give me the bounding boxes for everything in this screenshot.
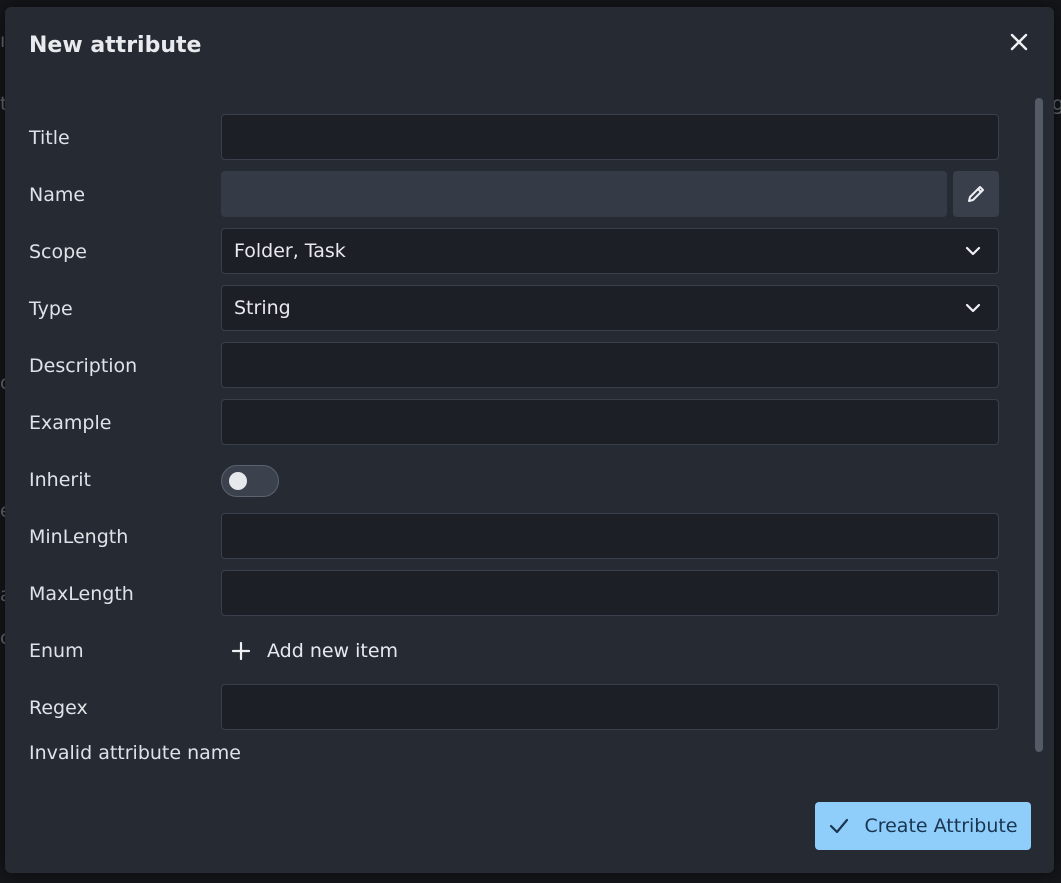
dialog-title: New attribute [29,33,202,58]
example-field[interactable] [221,399,999,445]
scope-row: Scope Folder, Task [29,228,1001,276]
title-label: Title [29,127,70,149]
inherit-row: Inherit [29,456,1001,504]
toggle-knob [229,472,247,490]
max-length-label: MaxLength [29,583,134,605]
description-field[interactable] [221,342,999,388]
add-new-item-button[interactable]: Add new item [231,627,398,675]
check-icon [830,818,849,834]
max-length-input[interactable] [222,571,998,615]
chevron-down-icon [965,303,981,313]
scope-select[interactable]: Folder, Task [221,228,999,274]
type-value: String [234,297,291,319]
min-length-row: MinLength [29,513,1001,561]
title-row: Title [29,114,1001,162]
name-row: Name [29,171,1001,219]
regex-input[interactable] [222,685,998,729]
close-button[interactable] [1004,27,1034,57]
inherit-toggle[interactable] [221,465,279,497]
description-row: Description [29,342,1001,390]
title-input[interactable] [222,115,998,159]
inherit-label: Inherit [29,469,91,491]
type-label: Type [29,298,73,320]
form-scrollbar[interactable] [1035,98,1043,752]
edit-name-button[interactable] [953,171,999,217]
min-length-field[interactable] [221,513,999,559]
enum-row: Enum Add new item [29,627,1001,675]
min-length-input[interactable] [222,514,998,558]
max-length-row: MaxLength [29,570,1001,618]
name-input [222,172,946,216]
pencil-icon [968,186,984,202]
scope-label: Scope [29,241,87,263]
add-new-item-label: Add new item [267,640,399,662]
regex-row: Regex [29,684,1001,732]
example-row: Example [29,399,1001,447]
description-label: Description [29,355,138,377]
description-input[interactable] [222,343,998,387]
scope-value: Folder, Task [234,240,346,262]
type-select[interactable]: String [221,285,999,331]
max-length-field[interactable] [221,570,999,616]
example-label: Example [29,412,112,434]
title-field[interactable] [221,114,999,160]
error-message: Invalid attribute name [29,742,241,764]
regex-label: Regex [29,697,88,719]
create-attribute-label: Create Attribute [864,815,1018,837]
chevron-down-icon [965,246,981,256]
create-attribute-button[interactable]: Create Attribute [815,802,1031,850]
plus-icon [231,641,251,661]
new-attribute-dialog: New attribute Title Name Scope Folder, T… [5,7,1054,873]
min-length-label: MinLength [29,526,129,548]
close-icon [1010,33,1028,51]
name-field [221,171,947,217]
enum-label: Enum [29,640,84,662]
example-input[interactable] [222,400,998,444]
type-row: Type String [29,285,1001,333]
name-label: Name [29,184,86,206]
regex-field[interactable] [221,684,999,730]
